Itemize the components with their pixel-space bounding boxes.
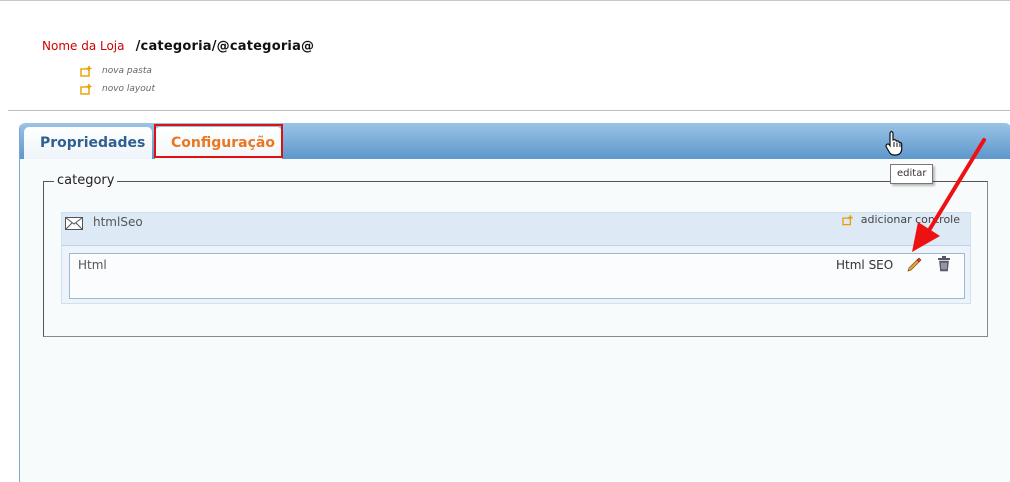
new-folder-label: nova pasta: [102, 66, 152, 76]
tab-propriedades[interactable]: Propriedades: [24, 127, 152, 159]
category-path: /categoria/@categoria@: [135, 39, 315, 54]
breadcrumb: Nome da Loja /categoria/@categoria@: [42, 35, 314, 54]
layout-add-icon: [80, 84, 92, 95]
new-folder-link[interactable]: nova pasta: [80, 65, 152, 77]
pencil-icon[interactable]: [906, 256, 922, 272]
new-layout-label: novo layout: [102, 84, 155, 94]
top-divider: [0, 0, 1010, 1]
tab-configuracao[interactable]: Configuração: [155, 127, 282, 159]
control-header: htmlSeo adicionar controle: [62, 213, 970, 246]
category-fieldset: category htmlSeo adicionar controle Html: [43, 173, 988, 337]
item-type: Html: [78, 258, 107, 272]
add-control-label: adicionar controle: [860, 213, 960, 226]
add-control-button[interactable]: adicionar controle: [842, 213, 960, 226]
properties-panel: Propriedades Configuração category htmlS…: [19, 123, 1010, 482]
item-description: Html SEO: [836, 258, 894, 272]
add-control-icon: [842, 214, 853, 225]
header-divider: [8, 110, 1010, 111]
trash-icon[interactable]: [937, 256, 951, 272]
hand-cursor-icon: [885, 130, 903, 156]
control-box: htmlSeo adicionar controle Html Html SEO: [61, 212, 971, 304]
fieldset-legend: category: [54, 173, 118, 188]
envelope-icon: [65, 217, 83, 230]
control-name: htmlSeo: [93, 215, 143, 229]
folder-add-icon: [80, 66, 92, 77]
new-layout-link[interactable]: novo layout: [80, 83, 155, 95]
edit-tooltip: editar: [890, 164, 934, 184]
control-item-row: Html Html SEO: [69, 253, 965, 299]
tab-bar: Propriedades Configuração: [20, 123, 1010, 159]
store-name[interactable]: Nome da Loja: [42, 39, 125, 53]
